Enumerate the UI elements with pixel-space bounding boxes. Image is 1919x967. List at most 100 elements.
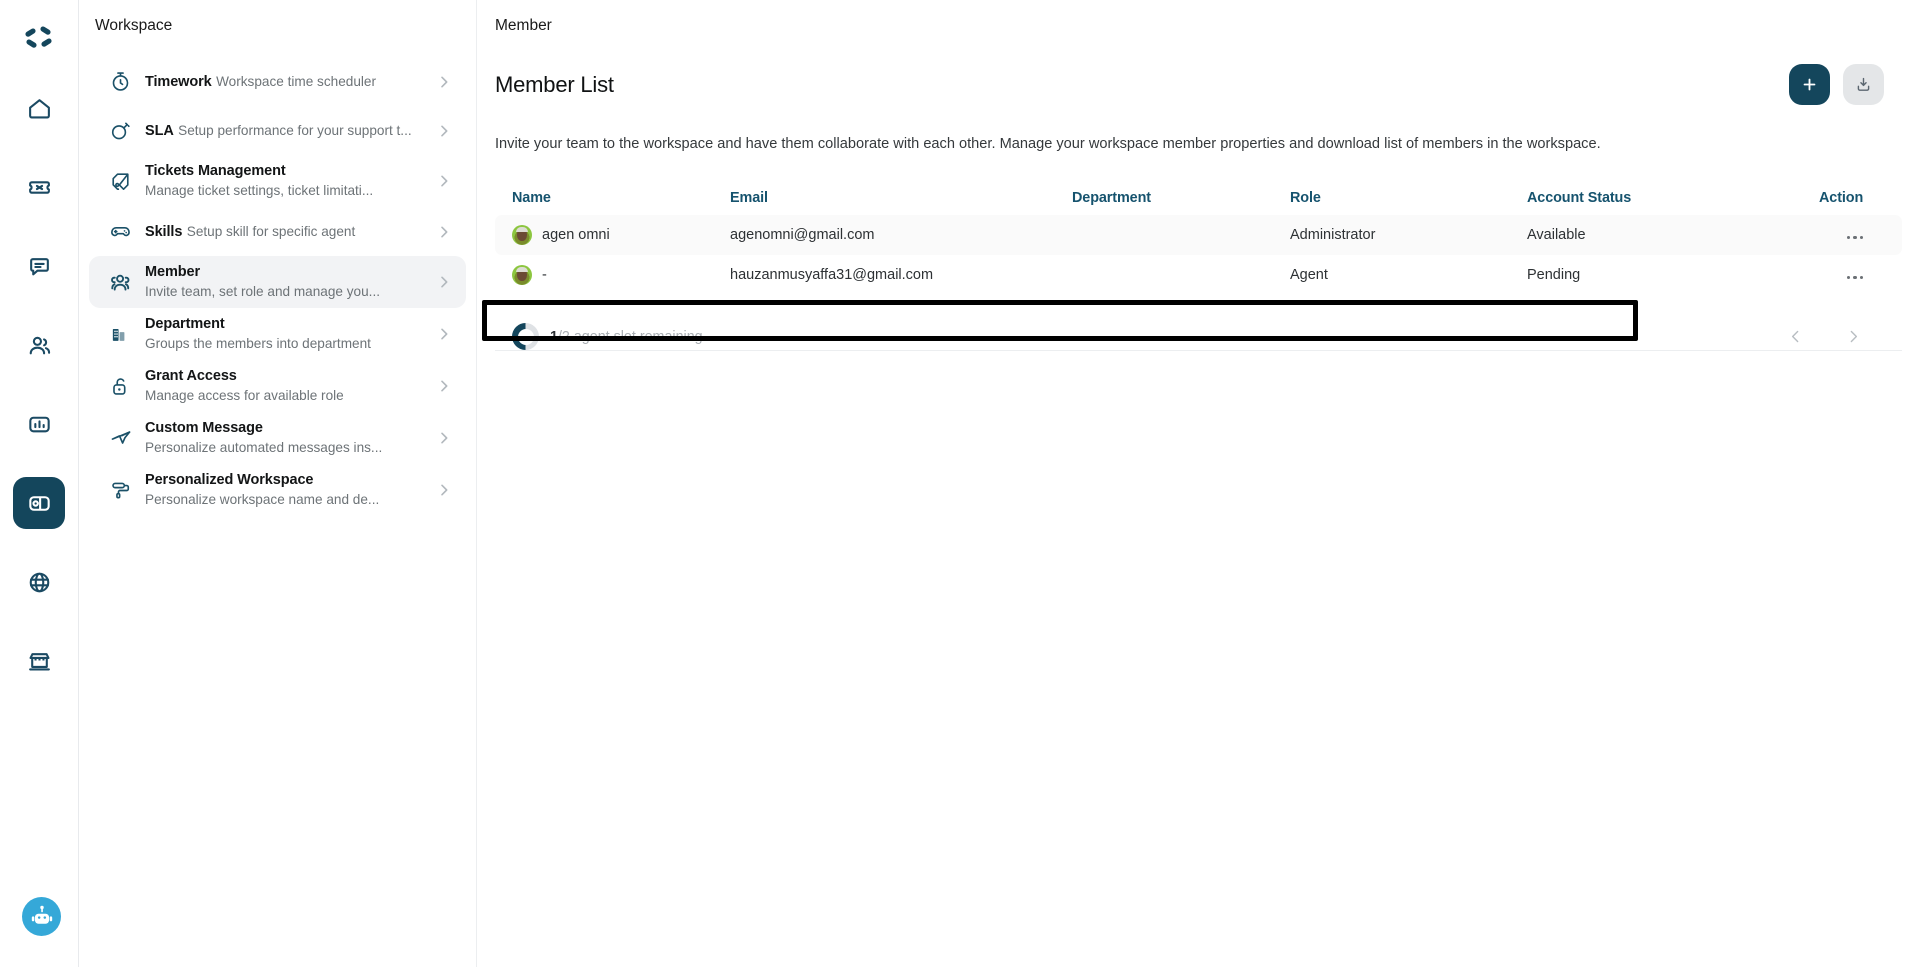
sidebar-item-grant-access[interactable]: Grant Access Manage access for available… <box>89 360 466 412</box>
rail-item-home[interactable] <box>13 82 65 134</box>
workspace-sidebar: Workspace Timework Workspace time schedu… <box>79 0 477 967</box>
column-header-role: Role <box>1290 190 1321 206</box>
sidebar-title: Workspace <box>95 17 173 34</box>
cell-account-status: Pending <box>1527 267 1581 283</box>
breadcrumb: Member <box>477 0 1919 52</box>
app-root: Workspace Timework Workspace time schedu… <box>0 0 1919 967</box>
cell-name: agen omni <box>495 225 730 245</box>
rail-item-workspace[interactable] <box>13 477 65 529</box>
member-list-content: Member List Invite your team to the work… <box>477 52 1919 351</box>
page-title: Member List <box>495 71 614 97</box>
sidebar-item-text: Grant Access Manage access for available… <box>137 367 434 405</box>
table-row[interactable]: - hauzanmusyaffa31@gmail.com Agent Pendi… <box>495 255 1902 295</box>
chevron-right-icon <box>434 123 454 139</box>
sidebar-item-text: Custom Message Personalize automated mes… <box>137 419 434 457</box>
cell-account-status: Available <box>1527 227 1586 243</box>
sidebar-item-text: Department Groups the members into depar… <box>137 315 434 353</box>
building-icon <box>103 323 137 345</box>
column-header-department: Department <box>1072 190 1151 206</box>
pagination <box>1785 327 1863 347</box>
sidebar-item-desc: Setup performance for your support t... <box>178 122 412 138</box>
more-options-icon[interactable] <box>1846 235 1864 239</box>
page-description: Invite your team to the workspace and ha… <box>495 136 1601 152</box>
sidebar-item-desc: Personalize workspace name and de... <box>145 492 380 507</box>
sidebar-item-desc: Personalize automated messages ins... <box>145 440 383 455</box>
sidebar-item-label: Timework <box>145 73 212 90</box>
chevron-right-icon <box>434 274 454 290</box>
chevron-right-icon[interactable] <box>1843 327 1863 347</box>
table-footer: 1/2 agent slot remaining <box>495 323 1902 350</box>
paint-roller-icon <box>103 479 137 502</box>
chevron-right-icon <box>434 173 454 189</box>
sidebar-item-text: Member Invite team, set role and manage … <box>137 263 434 301</box>
chevron-left-icon[interactable] <box>1785 327 1805 347</box>
cell-role: Agent <box>1290 267 1328 283</box>
rail-icon-list <box>13 82 65 687</box>
sidebar-item-desc: Workspace time scheduler <box>216 73 376 89</box>
member-name: - <box>542 267 547 283</box>
sidebar-item-label: Personalized Workspace <box>145 472 314 488</box>
sidebar-item-tickets-management[interactable]: Tickets Management Manage ticket setting… <box>89 155 466 207</box>
members-group-icon <box>103 270 137 295</box>
stopwatch-icon <box>103 70 137 93</box>
app-logo-icon[interactable] <box>17 16 61 60</box>
sidebar-item-department[interactable]: Department Groups the members into depar… <box>89 308 466 360</box>
gamepad-icon <box>103 220 137 243</box>
avatar <box>512 265 532 285</box>
sidebar-item-member[interactable]: Member Invite team, set role and manage … <box>89 256 466 308</box>
title-row: Member List <box>495 52 1902 105</box>
sidebar-item-text: Timework Workspace time scheduler <box>137 72 434 92</box>
cell-email: agenomni@gmail.com <box>730 227 875 243</box>
chevron-right-icon <box>434 378 454 394</box>
sidebar-item-custom-message[interactable]: Custom Message Personalize automated mes… <box>89 412 466 464</box>
sidebar-item-label: SLA <box>145 122 174 139</box>
sidebar-item-timework[interactable]: Timework Workspace time scheduler <box>89 57 466 106</box>
agent-slot-indicator: 1/2 agent slot remaining <box>512 323 703 350</box>
sidebar-menu: Timework Workspace time scheduler SLA Se… <box>79 57 476 516</box>
send-cursor-icon <box>103 427 137 450</box>
avatar <box>512 225 532 245</box>
icon-rail <box>0 0 79 967</box>
breadcrumb-current: Member <box>495 17 552 34</box>
title-actions <box>1789 64 1902 105</box>
sidebar-item-desc: Manage ticket settings, ticket limitati.… <box>145 183 374 198</box>
sidebar-item-label: Member <box>145 264 200 280</box>
slot-text: 1/2 agent slot remaining <box>550 329 703 345</box>
cell-name: - <box>495 265 730 285</box>
robot-assistant-icon[interactable] <box>22 897 61 936</box>
table-header-row: Name Email Department Role Account Statu… <box>495 181 1902 215</box>
rail-item-contacts[interactable] <box>13 319 65 371</box>
table-row[interactable]: agen omni agenomni@gmail.com Administrat… <box>495 215 1903 255</box>
sla-target-icon <box>103 119 137 142</box>
cell-role: Administrator <box>1290 227 1376 243</box>
sidebar-item-text: Tickets Management Manage ticket setting… <box>137 162 434 200</box>
sidebar-item-label: Tickets Management <box>145 163 286 179</box>
cell-action <box>1819 227 1902 243</box>
slot-rest: /2 agent slot remaining <box>557 328 703 345</box>
cell-action <box>1819 267 1902 283</box>
unlock-icon <box>103 375 137 398</box>
rail-item-chat[interactable] <box>13 240 65 292</box>
sidebar-item-personalized-workspace[interactable]: Personalized Workspace Personalize works… <box>89 464 466 516</box>
slot-progress-ring <box>512 323 539 350</box>
column-header-account-status: Account Status <box>1527 190 1632 206</box>
cell-email: hauzanmusyaffa31@gmail.com <box>730 267 934 283</box>
sidebar-item-sla[interactable]: SLA Setup performance for your support t… <box>89 106 466 155</box>
sidebar-item-desc: Setup skill for specific agent <box>186 223 356 239</box>
sidebar-item-desc: Groups the members into department <box>145 336 371 351</box>
member-table: Name Email Department Role Account Statu… <box>482 181 1903 341</box>
rail-item-analytics[interactable] <box>13 398 65 450</box>
rail-item-marketplace[interactable] <box>13 635 65 687</box>
add-member-button[interactable] <box>1789 64 1831 105</box>
chevron-right-icon <box>434 430 454 446</box>
column-header-email: Email <box>730 190 768 206</box>
sidebar-item-label: Grant Access <box>145 368 237 384</box>
rail-item-ticket[interactable] <box>13 161 65 213</box>
sidebar-item-desc: Invite team, set role and manage you... <box>145 284 381 299</box>
download-members-button[interactable] <box>1843 64 1885 105</box>
sidebar-item-text: SLA Setup performance for your support t… <box>137 121 434 141</box>
more-options-icon[interactable] <box>1846 275 1864 279</box>
rail-item-channels[interactable] <box>13 556 65 608</box>
chevron-right-icon <box>434 74 454 90</box>
sidebar-item-skills[interactable]: Skills Setup skill for specific agent <box>89 207 466 256</box>
